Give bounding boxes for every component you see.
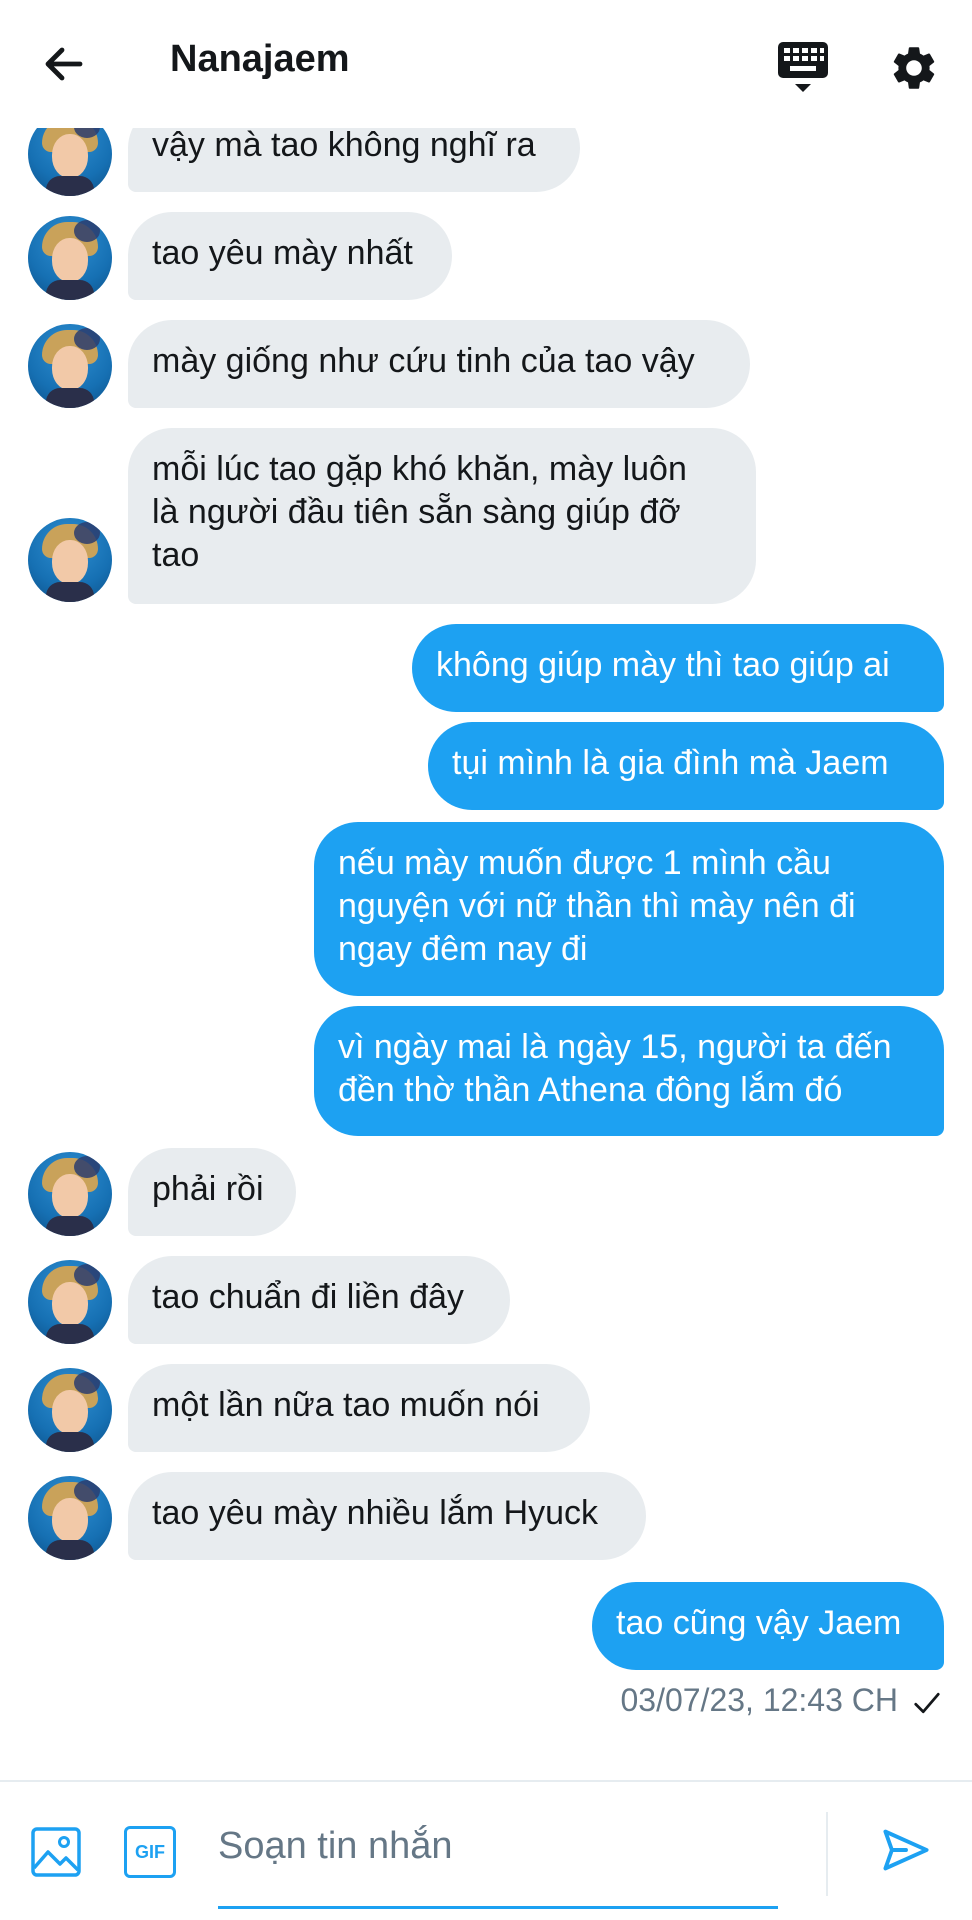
avatar[interactable] xyxy=(28,324,112,408)
avatar[interactable] xyxy=(28,1260,112,1344)
message-text: vậy mà tao không nghĩ ra xyxy=(152,126,536,164)
conversation-thread[interactable]: vậy mà tao không nghĩ ra tao yêu mày nhấ… xyxy=(0,0,972,1780)
gif-button[interactable]: GIF xyxy=(124,1826,176,1878)
avatar[interactable] xyxy=(28,216,112,300)
message-bubble[interactable]: một lần nữa tao muốn nói xyxy=(128,1364,590,1452)
message-bubble[interactable]: tụi mình là gia đình mà Jaem xyxy=(428,722,944,810)
gear-icon[interactable] xyxy=(888,42,940,94)
conversation-header: Nanajaem xyxy=(0,0,972,128)
message-composer: GIF xyxy=(0,1780,972,1920)
avatar[interactable] xyxy=(28,518,112,602)
message-text-line: tao xyxy=(152,536,200,574)
conversation-title[interactable]: Nanajaem xyxy=(170,38,350,81)
message-text-line: nguyện với nữ thần thì mày nên đi xyxy=(338,887,856,925)
message-text: mày giống như cứu tinh của tao vậy xyxy=(152,342,695,380)
message-text: tao yêu mày nhiều lắm Hyuck xyxy=(152,1494,598,1532)
keyboard-icon[interactable] xyxy=(776,40,830,96)
message-input[interactable] xyxy=(218,1816,778,1876)
message-bubble[interactable]: tao chuẩn đi liền đây xyxy=(128,1256,510,1344)
message-text-line: mỗi lúc tao gặp khó khăn, mày luôn xyxy=(152,450,687,488)
arrow-left-icon[interactable] xyxy=(40,40,88,88)
message-bubble[interactable]: mày giống như cứu tinh của tao vậy xyxy=(128,320,750,408)
message-text: một lần nữa tao muốn nói xyxy=(152,1386,540,1424)
image-icon[interactable] xyxy=(30,1826,82,1878)
message-text-line: ngay đêm nay đi xyxy=(338,930,588,968)
send-icon[interactable] xyxy=(880,1824,932,1876)
input-underline xyxy=(218,1906,778,1909)
message-text: phải rồi xyxy=(152,1170,264,1208)
message-text-line: là người đầu tiên sẵn sàng giúp đỡ xyxy=(152,493,681,531)
message-timestamp: 03/07/23, 12:43 CH xyxy=(620,1682,898,1718)
message-text: tụi mình là gia đình mà Jaem xyxy=(452,744,889,782)
message-bubble[interactable]: không giúp mày thì tao giúp ai xyxy=(412,624,944,712)
message-text-line: nếu mày muốn được 1 mình cầu xyxy=(338,844,831,882)
message-text-line: đền thờ thần Athena đông lắm đó xyxy=(338,1071,843,1109)
message-bubble[interactable]: tao cũng vậy Jaem xyxy=(592,1582,944,1670)
avatar[interactable] xyxy=(28,1152,112,1236)
avatar[interactable] xyxy=(28,1368,112,1452)
message-bubble[interactable]: tao yêu mày nhất xyxy=(128,212,452,300)
message-bubble[interactable]: mỗi lúc tao gặp khó khăn, mày luôn là ng… xyxy=(128,428,756,604)
message-bubble[interactable]: nếu mày muốn được 1 mình cầu nguyện với … xyxy=(314,822,944,996)
message-text-line: vì ngày mai là ngày 15, người ta đến xyxy=(338,1028,892,1066)
checkmark-icon xyxy=(914,1692,940,1714)
message-bubble[interactable]: phải rồi xyxy=(128,1148,296,1236)
message-text: tao cũng vậy Jaem xyxy=(616,1604,902,1642)
message-bubble[interactable]: vì ngày mai là ngày 15, người ta đến đền… xyxy=(314,1006,944,1136)
message-text: tao chuẩn đi liền đây xyxy=(152,1278,464,1316)
message-text: không giúp mày thì tao giúp ai xyxy=(436,646,890,684)
message-bubble[interactable]: tao yêu mày nhiều lắm Hyuck xyxy=(128,1472,646,1560)
divider xyxy=(826,1812,828,1896)
avatar[interactable] xyxy=(28,1476,112,1560)
message-text: tao yêu mày nhất xyxy=(152,234,413,272)
